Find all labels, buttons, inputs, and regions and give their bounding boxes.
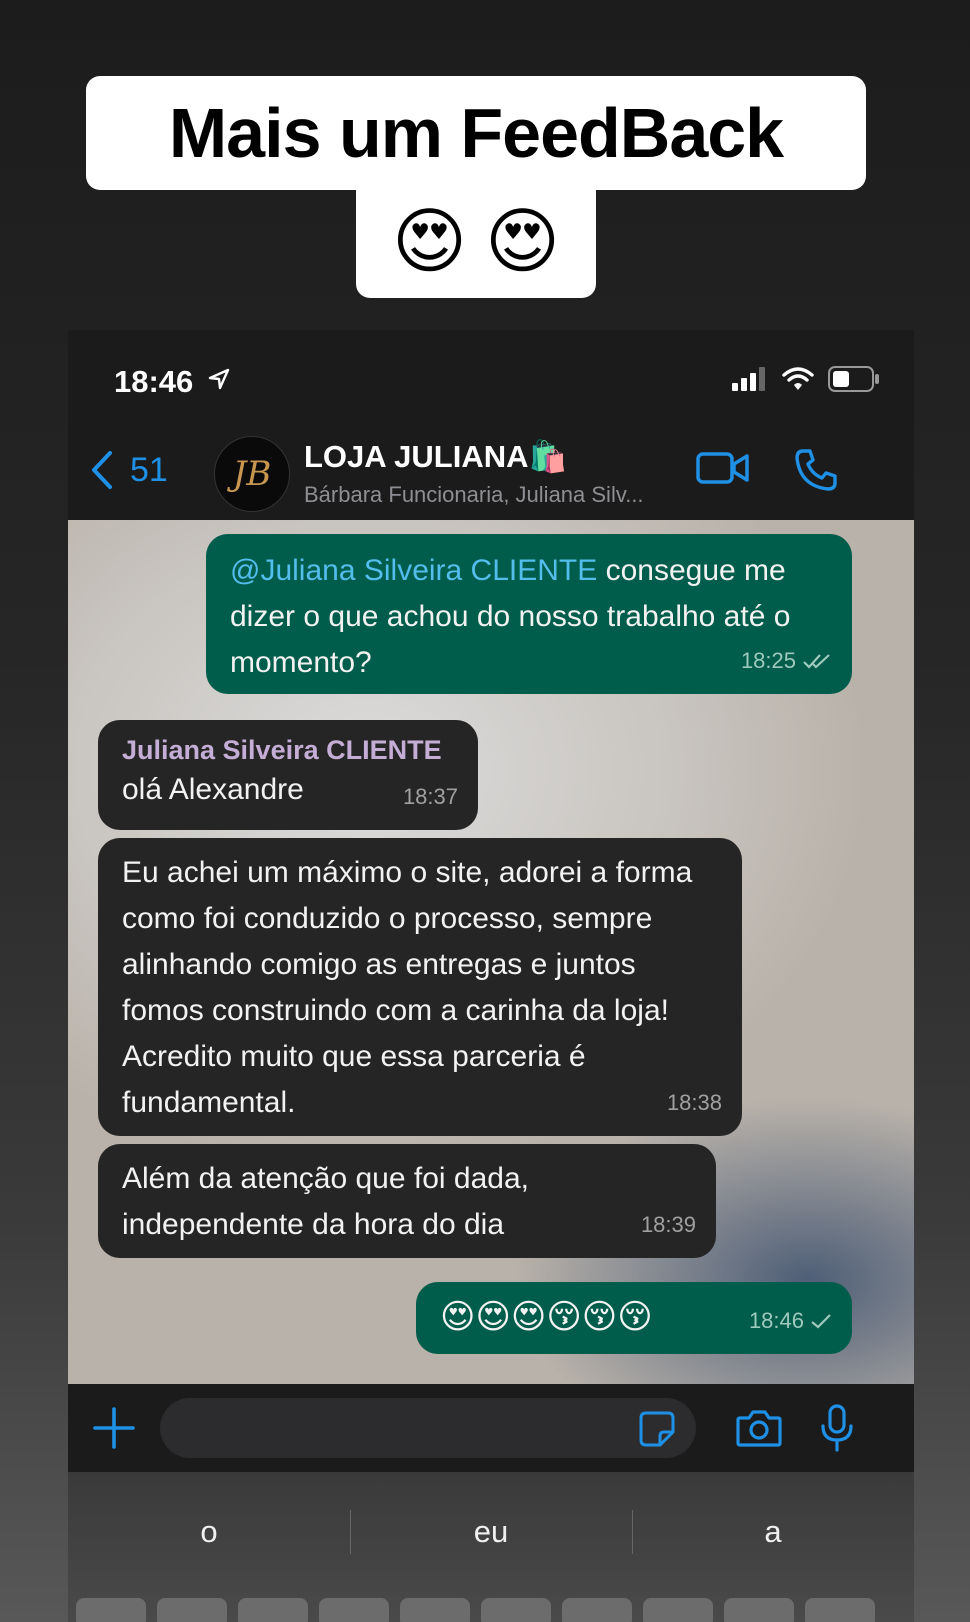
signal-icon xyxy=(732,367,765,391)
key[interactable] xyxy=(481,1598,551,1622)
message-bubble-outgoing[interactable]: @Juliana Silveira CLIENTE consegue me di… xyxy=(206,534,852,694)
double-check-icon xyxy=(803,654,830,669)
unread-count: 51 xyxy=(130,450,168,489)
key[interactable] xyxy=(562,1598,632,1622)
chat-area[interactable]: @Juliana Silveira CLIENTE consegue me di… xyxy=(68,520,914,1384)
keyboard: o eu a xyxy=(68,1472,914,1622)
message-time: 18:46 xyxy=(748,1308,804,1333)
key[interactable] xyxy=(76,1598,146,1622)
status-time: 18:46 xyxy=(114,364,194,399)
heart-eyes-emoji: 😍 xyxy=(485,202,561,282)
group-members[interactable]: Bárbara Funcionaria, Juliana Silv... xyxy=(304,482,694,508)
chat-header: 51 JB LOJA JULIANA🛍️ Bárbara Funcionaria… xyxy=(68,420,914,520)
microphone-icon[interactable] xyxy=(820,1404,854,1452)
suggestion[interactable]: eu xyxy=(350,1502,632,1562)
camera-icon[interactable] xyxy=(736,1408,782,1448)
message-text: Além da atenção que foi dada, independen… xyxy=(122,1162,529,1241)
emoji-message: 😍😍😍😚😚😚 xyxy=(440,1298,653,1336)
message-bubble-incoming[interactable]: Eu achei um máximo o site, adorei a form… xyxy=(98,838,742,1136)
key-row xyxy=(76,1598,875,1622)
message-time: 18:37 xyxy=(402,784,458,809)
avatar-monogram: JB xyxy=(232,454,272,494)
key[interactable] xyxy=(805,1598,875,1622)
key[interactable] xyxy=(724,1598,794,1622)
back-button[interactable]: 51 xyxy=(90,450,168,490)
message-bubble-incoming[interactable]: Além da atenção que foi dada, independen… xyxy=(98,1144,716,1258)
chevron-left-icon xyxy=(92,451,112,489)
story-caption: Mais um FeedBack xyxy=(86,76,866,190)
message-time: 18:39 xyxy=(640,1212,696,1237)
predictive-text-bar: o eu a xyxy=(68,1502,914,1562)
sender-name: Juliana Silveira CLIENTE xyxy=(122,735,442,765)
wifi-icon xyxy=(782,367,814,390)
phone-screenshot: 18:46 51 JB LOJA JULIANA🛍️ Bárbara Funci… xyxy=(68,330,914,1622)
message-input[interactable] xyxy=(160,1398,696,1458)
key[interactable] xyxy=(643,1598,713,1622)
sticker-icon[interactable] xyxy=(638,1410,676,1448)
message-bubble-incoming[interactable]: Juliana Silveira CLIENTE olá Alexandre 1… xyxy=(98,720,478,830)
location-arrow-icon xyxy=(208,368,230,390)
message-input-bar xyxy=(68,1384,914,1472)
heart-eyes-emoji: 😍 xyxy=(391,202,467,282)
plus-icon[interactable] xyxy=(92,1406,136,1450)
message-time: 18:38 xyxy=(666,1090,722,1115)
group-name[interactable]: LOJA JULIANA🛍️ xyxy=(304,438,567,475)
mention-link[interactable]: @Juliana Silveira CLIENTE xyxy=(230,554,597,587)
suggestion[interactable]: o xyxy=(68,1502,350,1562)
message-time: 18:25 xyxy=(740,648,796,673)
single-check-icon xyxy=(811,1314,831,1329)
message-text: Eu achei um máximo o site, adorei a form… xyxy=(122,856,693,1119)
key[interactable] xyxy=(157,1598,227,1622)
message-bubble-outgoing[interactable]: 😍😍😍😚😚😚 18:46 xyxy=(416,1282,852,1354)
key[interactable] xyxy=(319,1598,389,1622)
key[interactable] xyxy=(238,1598,308,1622)
suggestion[interactable]: a xyxy=(632,1502,914,1562)
video-call-icon[interactable] xyxy=(696,448,750,488)
status-bar: 18:46 xyxy=(68,330,914,420)
battery-icon xyxy=(828,366,879,392)
caption-text: Mais um FeedBack xyxy=(168,94,784,172)
group-avatar[interactable]: JB xyxy=(214,436,290,512)
story-caption-emojis: 😍 😍 xyxy=(356,186,596,298)
phone-call-icon[interactable] xyxy=(794,448,838,492)
key[interactable] xyxy=(400,1598,470,1622)
